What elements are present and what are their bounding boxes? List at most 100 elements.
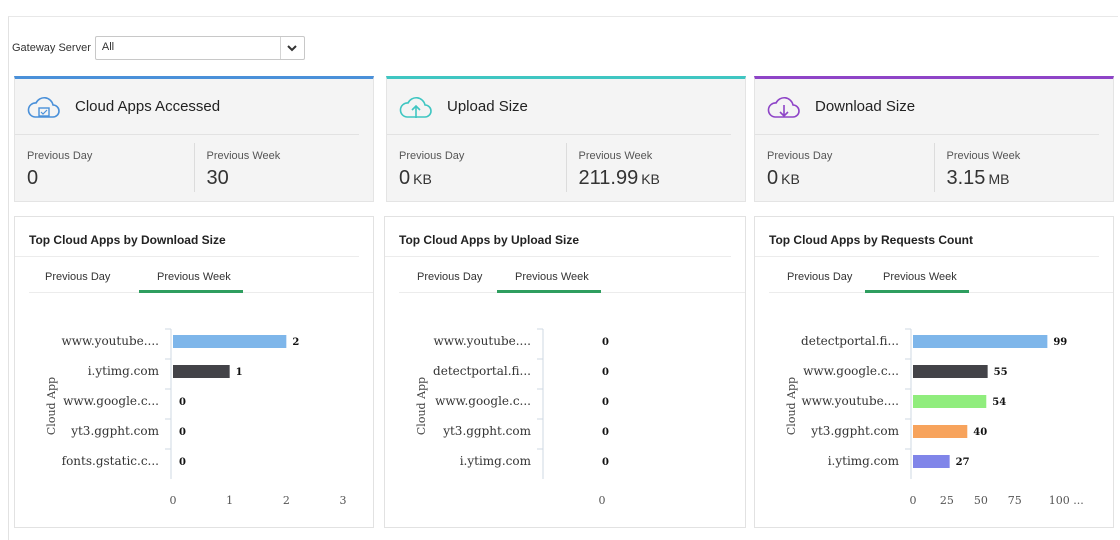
tab-bar: Previous Day Previous Week [29, 257, 373, 293]
prev-week-value: 3.15 MB [946, 167, 1010, 189]
tab-previous-day[interactable]: Previous Day [787, 271, 852, 283]
category-label: i.ytimg.com [88, 364, 160, 378]
tab-previous-week[interactable]: Previous Week [515, 271, 589, 283]
category-label: yt3.ggpht.com [810, 424, 899, 438]
prev-day-value: 0 [27, 167, 39, 189]
data-label: 1 [236, 367, 243, 378]
data-label: 99 [1053, 337, 1067, 348]
category-label: detectportal.fi... [433, 364, 531, 378]
cloud-app-icon [27, 96, 60, 118]
bar [913, 335, 1048, 348]
x-tick-label: 75 [1008, 494, 1022, 507]
data-label: 0 [602, 427, 609, 438]
data-label: 0 [602, 397, 609, 408]
prev-week-label: Previous Week [578, 150, 653, 162]
category-label: www.youtube.... [801, 394, 899, 408]
bar [913, 365, 988, 378]
data-label: 0 [179, 427, 186, 438]
prev-day-label: Previous Day [767, 150, 833, 162]
tab-previous-day[interactable]: Previous Day [45, 271, 110, 283]
unit-label: KB [641, 171, 660, 187]
tab-bar: Previous Day Previous Week [769, 257, 1113, 293]
data-label: 40 [973, 427, 987, 438]
data-label: 54 [992, 397, 1006, 408]
cloud-download-icon [767, 96, 800, 118]
data-label: 0 [602, 457, 609, 468]
prev-day-label: Previous Day [27, 150, 93, 162]
requests-count-bar-chart: Cloud App detectportal.fi... 99 www.google.… [785, 328, 1084, 507]
x-tick-label: 0 [599, 494, 606, 507]
category-label: yt3.ggpht.com [442, 424, 531, 438]
panel-title: Top Cloud Apps by Upload Size [385, 217, 731, 257]
prev-week-value: 211.99 KB [578, 167, 660, 189]
bar [913, 425, 968, 438]
prev-day-label: Previous Day [399, 150, 465, 162]
x-tick-label: 0 [910, 494, 917, 507]
gateway-filter: Gateway Server All [12, 36, 305, 60]
x-tick-label: 0 [170, 494, 177, 507]
data-label: 55 [994, 367, 1008, 378]
gateway-server-label: Gateway Server [12, 42, 91, 54]
upload-size-bar-chart: Cloud App www.youtube.... 0 detectportal.fi… [415, 328, 609, 507]
stat-title: Download Size [815, 98, 916, 115]
tab-previous-day[interactable]: Previous Day [417, 271, 482, 283]
unit-label: MB [988, 171, 1010, 187]
stat-card-header: Cloud Apps Accessed [15, 79, 359, 135]
panel-upload-size: Top Cloud Apps by Upload Size Previous D… [384, 216, 746, 528]
tab-bar: Previous Day Previous Week [399, 257, 745, 293]
category-label: detectportal.fi... [801, 334, 899, 348]
y-axis-label: Cloud App [785, 377, 798, 435]
chevron-down-icon[interactable] [279, 37, 304, 59]
bar [173, 335, 287, 348]
data-label: 27 [956, 457, 970, 468]
category-label: yt3.ggpht.com [70, 424, 159, 438]
category-label: www.google.c... [63, 394, 159, 408]
active-tab-indicator [497, 290, 601, 293]
x-tick-label: 100 ... [1049, 494, 1084, 507]
x-tick-label: 3 [340, 494, 347, 507]
y-axis-label: Cloud App [415, 377, 428, 435]
category-label: www.youtube.... [433, 334, 531, 348]
x-tick-label: 1 [226, 494, 233, 507]
data-label: 0 [602, 367, 609, 378]
data-label: 2 [292, 337, 299, 348]
stat-card-cloud-apps: Cloud Apps Accessed Previous Day 0 Previ… [14, 76, 374, 202]
unit-label: KB [413, 171, 432, 187]
stat-card-upload-size: Upload Size Previous Day 0 KB Previous We… [386, 76, 746, 202]
x-tick-label: 25 [940, 494, 954, 507]
stat-card-download-size: Download Size Previous Day 0 KB Previous … [754, 76, 1114, 202]
active-tab-indicator [139, 290, 243, 293]
category-label: www.google.c... [435, 394, 531, 408]
panel-title: Top Cloud Apps by Requests Count [755, 217, 1099, 257]
category-label: www.youtube.... [61, 334, 159, 348]
data-label: 0 [179, 397, 186, 408]
category-label: i.ytimg.com [828, 454, 900, 468]
tab-previous-week[interactable]: Previous Week [157, 271, 231, 283]
data-label: 0 [179, 457, 186, 468]
category-label: fonts.gstatic.c... [62, 454, 159, 468]
panel-requests-count: Top Cloud Apps by Requests Count Previou… [754, 216, 1114, 528]
prev-week-label: Previous Week [206, 150, 281, 162]
stat-title: Upload Size [447, 98, 528, 115]
prev-week-label: Previous Week [946, 150, 1021, 162]
panel-download-size: Top Cloud Apps by Download Size Previous… [14, 216, 374, 528]
cloud-upload-icon [399, 96, 432, 118]
x-tick-label: 2 [283, 494, 290, 507]
stat-card-header: Download Size [755, 79, 1099, 135]
category-label: i.ytimg.com [460, 454, 532, 468]
unit-label: KB [781, 171, 800, 187]
prev-day-value: 0 KB [399, 167, 432, 189]
data-label: 0 [602, 337, 609, 348]
x-tick-label: 50 [974, 494, 988, 507]
category-label: www.google.c... [803, 364, 899, 378]
prev-day-value: 0 KB [767, 167, 800, 189]
y-axis-label: Cloud App [45, 377, 58, 435]
panel-title: Top Cloud Apps by Download Size [15, 217, 359, 257]
prev-week-value: 30 [206, 167, 229, 189]
bar [913, 395, 987, 408]
gateway-server-select[interactable]: All [94, 36, 305, 60]
bar [173, 365, 230, 378]
tab-previous-week[interactable]: Previous Week [883, 271, 957, 283]
gateway-server-value: All [101, 41, 115, 53]
stat-title: Cloud Apps Accessed [75, 98, 221, 115]
